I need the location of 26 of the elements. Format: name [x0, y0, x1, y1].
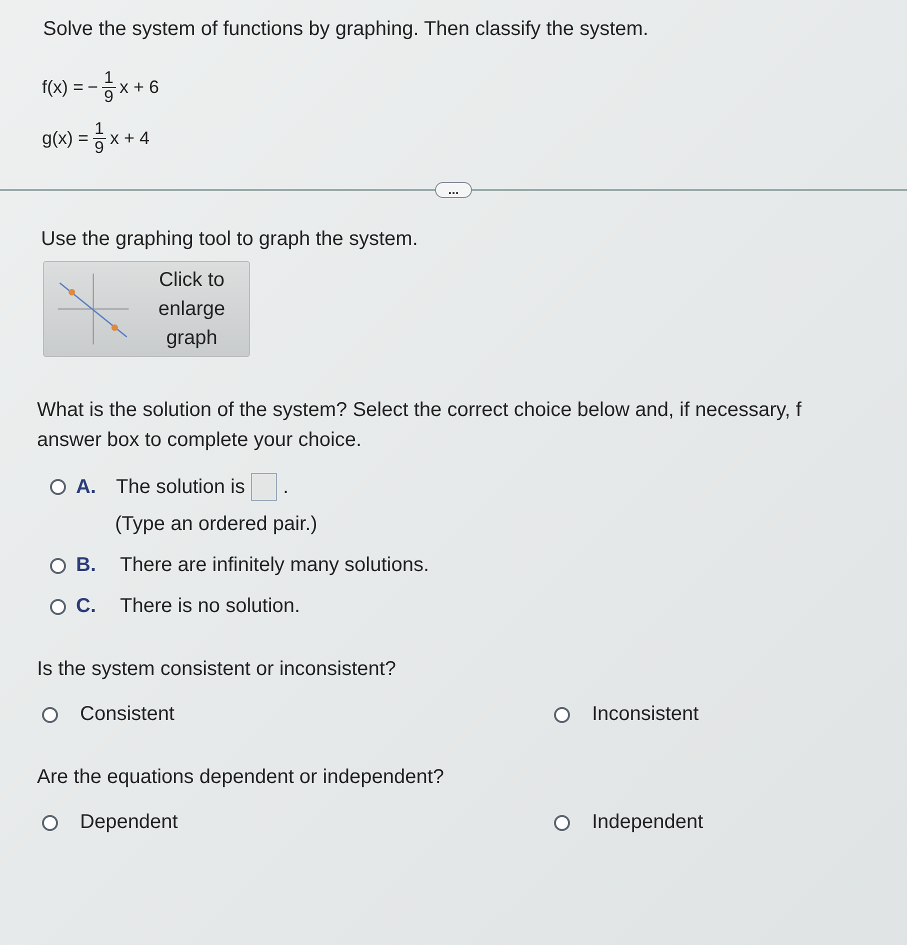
radio-button[interactable]: [50, 598, 66, 615]
radio-button[interactable]: [42, 814, 58, 831]
enlarge-graph-button[interactable]: Click to enlarge graph: [43, 261, 250, 358]
hint-text: (Type an ordered pair.): [115, 513, 318, 536]
instruction-text: Solve the system of functions by graphing. Then classify the system.: [43, 18, 650, 41]
expand-button[interactable]: ...: [435, 182, 472, 198]
option-label: Consistent: [80, 703, 174, 726]
choice-letter: B.: [76, 554, 97, 578]
radio-button[interactable]: [42, 706, 58, 723]
graph-instruction: Use the graphing tool to graph the system.: [41, 228, 419, 252]
choice-letter: A.: [76, 476, 97, 499]
option-label: Dependent: [80, 811, 178, 834]
choice-text: The solution is: [116, 476, 245, 499]
choice-text: There is no solution.: [120, 595, 300, 618]
option-label: Independent: [592, 811, 704, 834]
choice-letter: C.: [76, 595, 97, 618]
radio-button[interactable]: [554, 814, 570, 831]
period-text: .: [282, 476, 289, 499]
option-label: Inconsistent: [592, 703, 699, 726]
question-text: Are the equations dependent or independent?: [37, 766, 446, 790]
question-text: Is the system consistent or inconsistent?: [37, 658, 398, 682]
radio-button[interactable]: [50, 558, 66, 574]
question-text: What is the solution of the system? Select the correct choice below and, if necessary, f answer box to complete your choice.: [37, 398, 802, 454]
radio-button[interactable]: [50, 479, 66, 496]
choice-text: There are infinitely many solutions.: [120, 554, 430, 578]
radio-button[interactable]: [554, 706, 570, 723]
